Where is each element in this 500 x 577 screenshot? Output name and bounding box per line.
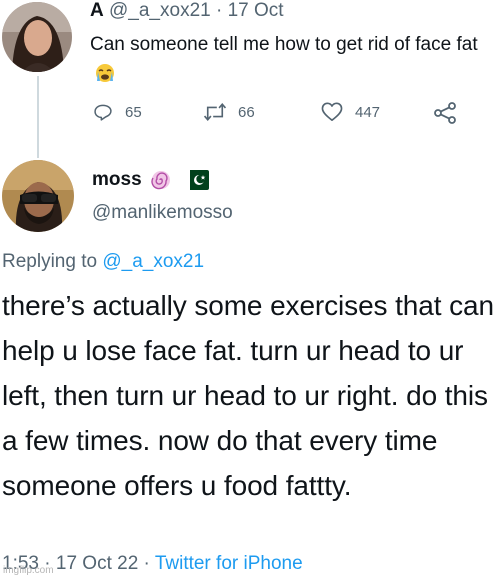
- spiral-icon: [150, 171, 170, 190]
- author-handle[interactable]: @_a_xox21: [109, 0, 211, 21]
- separator: ·: [138, 553, 155, 574]
- author-name[interactable]: A: [90, 0, 104, 21]
- quoted-tweet-header: A @_a_xox21 · 17 Oct: [90, 0, 284, 22]
- author-name[interactable]: moss: [92, 169, 142, 191]
- tweet-date[interactable]: 17 Oct 22: [56, 553, 138, 574]
- quoted-tweet-text: Can someone tell me how to get rid of fa…: [90, 30, 495, 90]
- thread-line: [37, 76, 39, 158]
- replying-handle-link[interactable]: @_a_xox21: [102, 251, 204, 272]
- reply-icon: [94, 104, 112, 121]
- tweet-text: Can someone tell me how to get rid of fa…: [90, 34, 478, 55]
- replying-prefix: Replying to: [2, 251, 103, 272]
- retweet-icon: [203, 103, 227, 121]
- watermark: imgflip.com: [3, 565, 54, 576]
- author-handle[interactable]: @manlikemosso: [92, 202, 233, 224]
- heart-icon: [321, 102, 343, 121]
- crying-face-emoji-icon: [94, 63, 116, 83]
- like-count: 447: [355, 103, 381, 121]
- share-icon: [434, 102, 456, 124]
- retweet-button[interactable]: 66: [203, 102, 255, 122]
- pakistan-flag-icon: [182, 170, 209, 190]
- share-button[interactable]: [433, 102, 468, 124]
- replying-to: Replying to @_a_xox21: [2, 251, 204, 273]
- reply-button[interactable]: 65: [92, 102, 142, 122]
- avatar[interactable]: [2, 160, 74, 232]
- tweet-source-link[interactable]: Twitter for iPhone: [155, 553, 303, 574]
- separator: ·: [210, 0, 228, 21]
- tweet-date[interactable]: 17 Oct: [228, 0, 284, 21]
- retweet-count: 66: [238, 103, 255, 121]
- like-button[interactable]: 447: [320, 102, 380, 122]
- reply-author-name-row: moss: [92, 169, 209, 191]
- reply-count: 65: [125, 103, 142, 121]
- avatar[interactable]: [2, 2, 72, 72]
- tweet-text: there’s actually some exercises that can…: [2, 290, 494, 501]
